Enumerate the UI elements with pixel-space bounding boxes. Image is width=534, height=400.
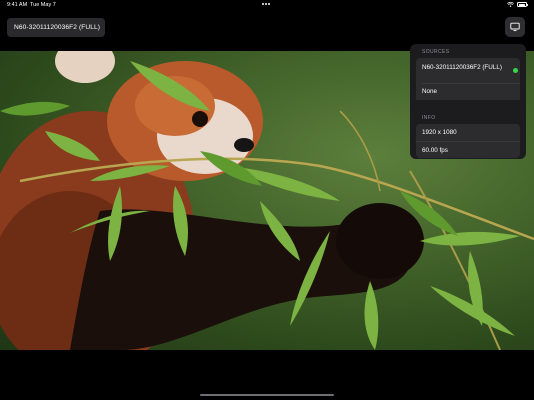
- display-settings-button[interactable]: [505, 17, 525, 37]
- info-fps: 60.00 fps: [416, 141, 520, 158]
- sources-section-title: SOURCES: [422, 49, 450, 55]
- status-time: 9:41 AM: [7, 2, 28, 8]
- active-indicator-icon: [513, 68, 518, 73]
- info-section-title: INFO: [422, 115, 436, 121]
- info-resolution: 1920 x 1080: [416, 124, 520, 141]
- display-icon: [510, 22, 520, 32]
- wifi-icon: [507, 2, 514, 7]
- source-selector-button[interactable]: N60-32011120036F2 (FULL): [7, 18, 105, 37]
- more-dots-icon[interactable]: [262, 1, 274, 7]
- source-item-none[interactable]: None: [422, 88, 437, 95]
- battery-icon: [517, 2, 528, 7]
- status-date: Tue May 7: [30, 2, 56, 8]
- source-list: N60-32011120036F2 (FULL) None: [416, 58, 520, 100]
- home-indicator[interactable]: [200, 394, 334, 396]
- source-item-active[interactable]: N60-32011120036F2 (FULL): [422, 63, 502, 72]
- divider: [422, 83, 520, 84]
- status-bar: 9:41 AM Tue May 7: [0, 0, 534, 12]
